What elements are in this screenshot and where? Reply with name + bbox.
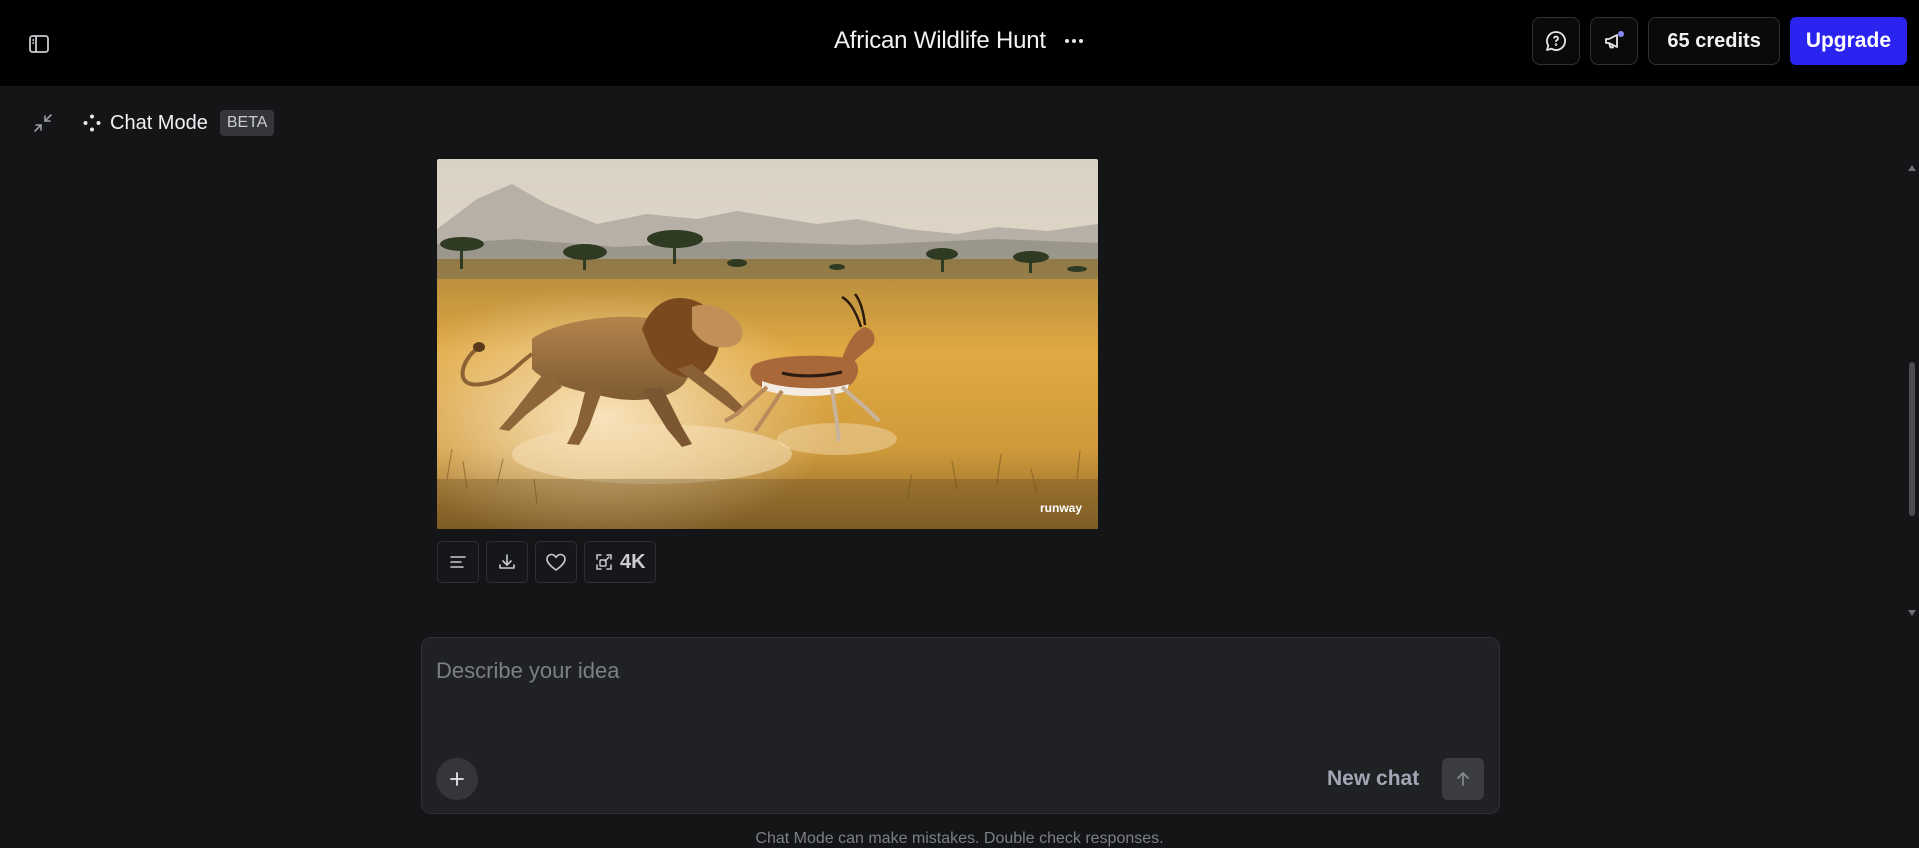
page-title[interactable]: African Wildlife Hunt — [834, 27, 1046, 55]
prompt-input[interactable] — [436, 656, 1486, 686]
feedback-icon — [1546, 31, 1567, 51]
details-button[interactable] — [437, 541, 479, 583]
send-button[interactable] — [1442, 758, 1484, 800]
media-actions: 4K — [437, 541, 656, 583]
mode-row: Chat Mode BETA — [28, 108, 275, 138]
scroll-up-arrow[interactable] — [1908, 165, 1916, 171]
generated-image[interactable]: runway — [437, 159, 1098, 529]
new-chat-button[interactable]: New chat — [1327, 762, 1419, 796]
collapse-icon — [34, 114, 52, 132]
favorite-button[interactable] — [535, 541, 577, 583]
details-icon — [450, 556, 466, 568]
add-attachment-button[interactable] — [436, 758, 478, 800]
watermark: runway — [1039, 501, 1082, 515]
upscale-4k-button[interactable]: 4K — [584, 541, 656, 583]
sidebar-toggle-button[interactable] — [22, 27, 56, 61]
top-actions: 65 credits Upgrade — [1532, 17, 1907, 65]
announcements-button[interactable] — [1590, 17, 1639, 65]
top-bar: African Wildlife Hunt 65 credits Upgrade — [0, 0, 1919, 86]
download-button[interactable] — [486, 541, 528, 583]
upscale-label: 4K — [620, 550, 646, 573]
title-area: African Wildlife Hunt — [834, 24, 1086, 58]
arrow-up-icon — [1457, 772, 1469, 786]
more-icon — [1064, 39, 1083, 43]
upgrade-button[interactable]: Upgrade — [1789, 17, 1907, 65]
disclaimer-text: Chat Mode can make mistakes. Double chec… — [755, 830, 1164, 847]
chat-mode-label: Chat Mode BETA — [82, 110, 275, 136]
scroll-thumb[interactable] — [1909, 362, 1915, 516]
plus-icon — [450, 772, 464, 786]
savanna-chase-image — [437, 159, 1098, 529]
download-icon — [499, 554, 515, 569]
prompt-composer: New chat — [421, 637, 1500, 814]
scrollbar[interactable] — [1905, 160, 1919, 618]
sidebar-icon — [29, 35, 49, 53]
heart-icon — [546, 553, 566, 571]
upscale-icon — [596, 554, 612, 570]
collapse-button[interactable] — [28, 108, 58, 138]
chat-mode-text: Chat Mode — [110, 111, 208, 134]
sparkle-icon — [83, 114, 101, 132]
title-more-button[interactable] — [1062, 29, 1086, 53]
credits-button[interactable]: 65 credits — [1648, 17, 1780, 65]
scroll-down-arrow[interactable] — [1908, 610, 1916, 616]
beta-badge: BETA — [219, 110, 275, 136]
feedback-button[interactable] — [1532, 17, 1581, 65]
